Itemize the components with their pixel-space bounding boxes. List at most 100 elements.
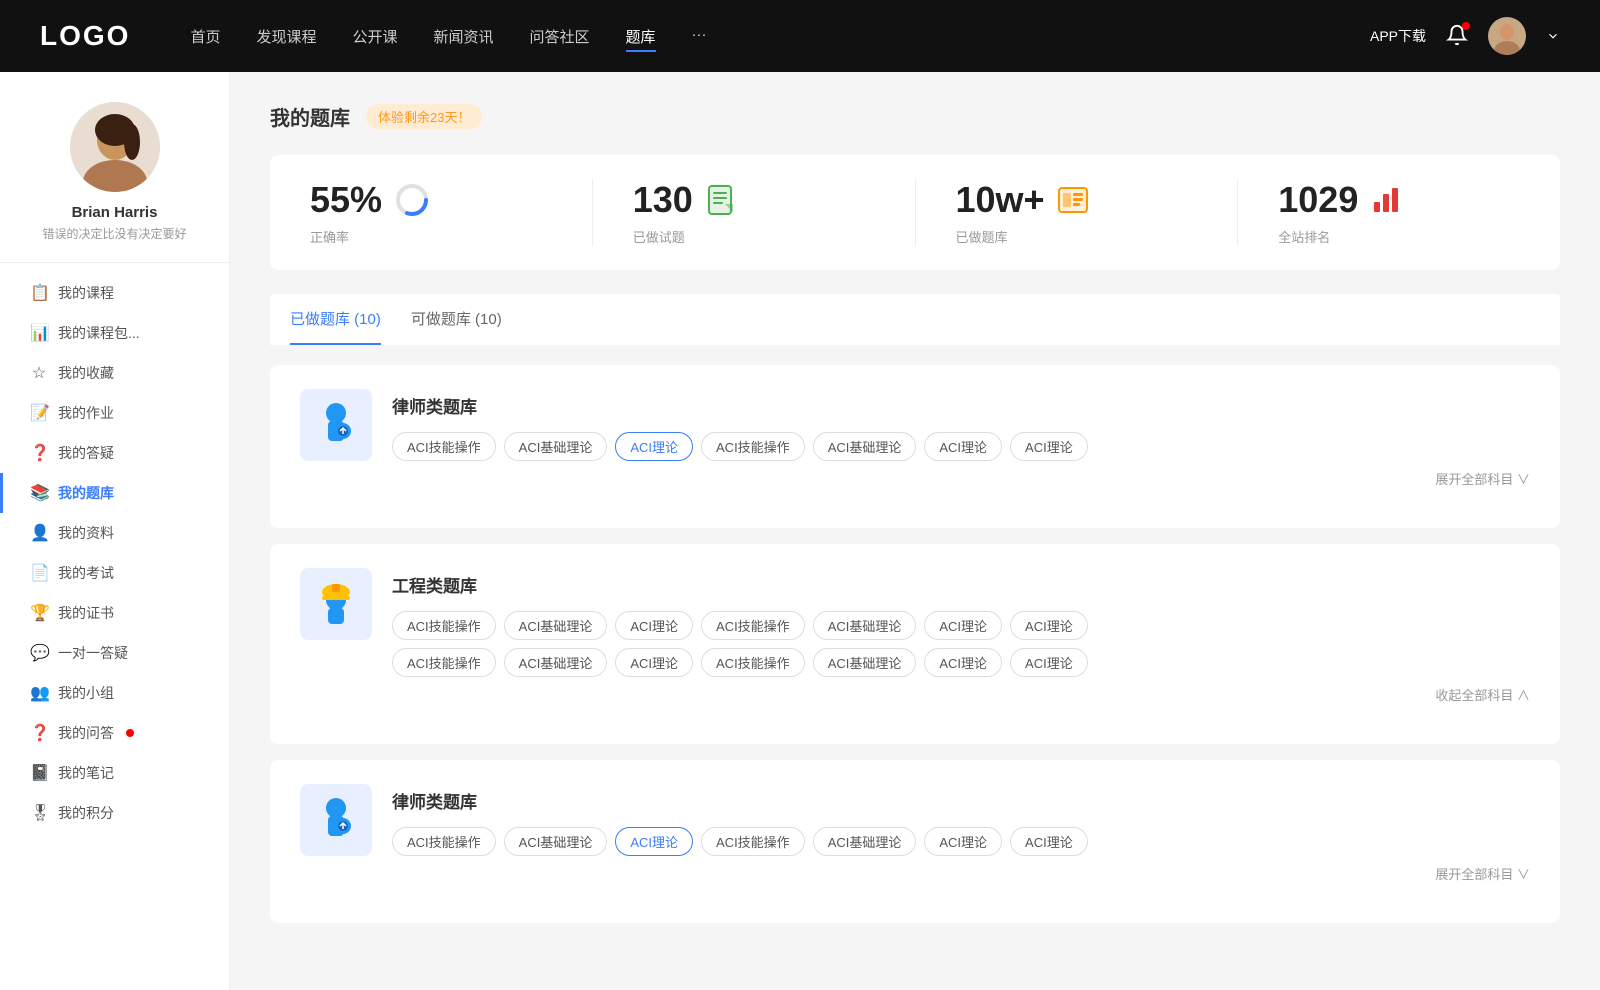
stats-card: 55% 正确率 130 bbox=[270, 155, 1560, 270]
tag-active[interactable]: ACI理论 bbox=[615, 827, 693, 856]
qbank-title-2: 工程类题库 bbox=[392, 572, 1530, 597]
tag[interactable]: ACI理论 bbox=[924, 432, 1002, 461]
profile-icon: 👤 bbox=[30, 523, 48, 543]
tag[interactable]: ACI基础理论 bbox=[813, 432, 917, 461]
qbank-icon-engineer bbox=[300, 568, 372, 640]
tag[interactable]: ACI技能操作 bbox=[392, 827, 496, 856]
qbank-card-1: 律师类题库 ACI技能操作 ACI基础理论 ACI理论 ACI技能操作 ACI基… bbox=[270, 365, 1560, 528]
tab-done[interactable]: 已做题库 (10) bbox=[290, 294, 381, 345]
nav-open-course[interactable]: 公开课 bbox=[352, 26, 397, 47]
sidebar-item-course-package[interactable]: 📊 我的课程包... bbox=[0, 313, 229, 353]
page-wrapper: Brian Harris 错误的决定比没有决定要好 📋 我的课程 📊 我的课程包… bbox=[0, 72, 1600, 990]
qa-badge bbox=[126, 729, 134, 737]
sidebar: Brian Harris 错误的决定比没有决定要好 📋 我的课程 📊 我的课程包… bbox=[0, 72, 230, 990]
tag[interactable]: ACI基础理论 bbox=[504, 611, 608, 640]
trial-badge: 体验剩余23天！ bbox=[366, 104, 482, 129]
qa-icon: ❓ bbox=[30, 443, 48, 463]
tag[interactable]: ACI技能操作 bbox=[701, 611, 805, 640]
dropdown-chevron-icon[interactable] bbox=[1546, 29, 1560, 43]
sidebar-item-points[interactable]: 🎖 我的积分 bbox=[0, 793, 229, 833]
tag[interactable]: ACI技能操作 bbox=[392, 648, 496, 677]
stat-site-rank-value: 1029 bbox=[1278, 179, 1358, 221]
stat-done-questions-label: 已做试题 bbox=[633, 227, 685, 246]
sidebar-profile: Brian Harris 错误的决定比没有决定要好 bbox=[0, 102, 229, 263]
tag[interactable]: ACI理论 bbox=[924, 611, 1002, 640]
qbank-icon-lawyer-1 bbox=[300, 389, 372, 461]
engineer-svg-icon bbox=[310, 578, 362, 630]
tag[interactable]: ACI基础理论 bbox=[813, 648, 917, 677]
chat-icon: 💬 bbox=[30, 643, 48, 663]
tag[interactable]: ACI理论 bbox=[1010, 611, 1088, 640]
course-package-icon: 📊 bbox=[30, 323, 48, 343]
tag[interactable]: ACI理论 bbox=[1010, 827, 1088, 856]
course-icon: 📋 bbox=[30, 283, 48, 303]
stat-done-questions-value: 130 bbox=[633, 179, 693, 221]
sidebar-item-notes[interactable]: 📓 我的笔记 bbox=[0, 753, 229, 793]
stat-accuracy-label: 正确率 bbox=[310, 227, 349, 246]
qbank-card-3: 律师类题库 ACI技能操作 ACI基础理论 ACI理论 ACI技能操作 ACI基… bbox=[270, 760, 1560, 923]
lawyer-svg-icon bbox=[310, 399, 362, 451]
tag[interactable]: ACI基础理论 bbox=[813, 611, 917, 640]
sidebar-item-course[interactable]: 📋 我的课程 bbox=[0, 273, 229, 313]
stat-done-questions: 130 已做试题 bbox=[593, 179, 916, 246]
tag[interactable]: ACI理论 bbox=[924, 648, 1002, 677]
qbank-title-3: 律师类题库 bbox=[392, 788, 1530, 813]
stat-done-banks-label: 已做题库 bbox=[956, 227, 1008, 246]
sidebar-item-homework[interactable]: 📝 我的作业 bbox=[0, 393, 229, 433]
nav-more[interactable]: ··· bbox=[692, 26, 707, 47]
tag[interactable]: ACI理论 bbox=[1010, 648, 1088, 677]
sidebar-item-one-on-one[interactable]: 💬 一对一答疑 bbox=[0, 633, 229, 673]
tag[interactable]: ACI技能操作 bbox=[392, 432, 496, 461]
nav-qa[interactable]: 问答社区 bbox=[530, 26, 590, 47]
tag[interactable]: ACI基础理论 bbox=[504, 827, 608, 856]
expand-link-1[interactable]: 展开全部科目 ∨ bbox=[392, 469, 1530, 488]
tab-available[interactable]: 可做题库 (10) bbox=[411, 294, 502, 345]
group-icon: 👥 bbox=[30, 683, 48, 703]
sidebar-item-qa-answer[interactable]: ❓ 我的答疑 bbox=[0, 433, 229, 473]
tag[interactable]: ACI理论 bbox=[615, 648, 693, 677]
sidebar-item-exam[interactable]: 📄 我的考试 bbox=[0, 553, 229, 593]
sidebar-item-questionbank[interactable]: 📚 我的题库 bbox=[0, 473, 229, 513]
profile-name: Brian Harris bbox=[72, 204, 158, 221]
nav-questionbank[interactable]: 题库 bbox=[626, 26, 656, 47]
sidebar-item-profile[interactable]: 👤 我的资料 bbox=[0, 513, 229, 553]
nav-discover[interactable]: 发现课程 bbox=[256, 26, 316, 47]
nav-links: 首页 发现课程 公开课 新闻资讯 问答社区 题库 ··· bbox=[190, 26, 1370, 47]
certificate-icon: 🏆 bbox=[30, 603, 48, 623]
exam-icon: 📄 bbox=[30, 563, 48, 583]
stat-site-rank-label: 全站排名 bbox=[1278, 227, 1330, 246]
tag[interactable]: ACI理论 bbox=[924, 827, 1002, 856]
user-avatar[interactable] bbox=[1488, 17, 1526, 55]
stat-done-banks-value: 10w+ bbox=[956, 179, 1045, 221]
expand-link-3[interactable]: 展开全部科目 ∨ bbox=[392, 864, 1530, 883]
stat-site-rank: 1029 全站排名 bbox=[1238, 179, 1560, 246]
sidebar-item-favorites[interactable]: ☆ 我的收藏 bbox=[0, 353, 229, 393]
sidebar-item-group[interactable]: 👥 我的小组 bbox=[0, 673, 229, 713]
bar-chart-icon bbox=[1370, 184, 1402, 216]
stat-done-banks: 10w+ 已做题库 bbox=[916, 179, 1239, 246]
navbar: LOGO 首页 发现课程 公开课 新闻资讯 问答社区 题库 ··· APP下载 bbox=[0, 0, 1600, 72]
logo[interactable]: LOGO bbox=[40, 20, 130, 52]
sidebar-item-my-qa[interactable]: ❓ 我的问答 bbox=[0, 713, 229, 753]
tag-active[interactable]: ACI理论 bbox=[615, 432, 693, 461]
stat-accuracy-value: 55% bbox=[310, 179, 382, 221]
notification-bell[interactable] bbox=[1446, 24, 1468, 49]
tag[interactable]: ACI基础理论 bbox=[504, 432, 608, 461]
tag[interactable]: ACI基础理论 bbox=[504, 648, 608, 677]
tag[interactable]: ACI技能操作 bbox=[701, 648, 805, 677]
sidebar-menu: 📋 我的课程 📊 我的课程包... ☆ 我的收藏 📝 我的作业 ❓ 我的答疑 📚 bbox=[0, 273, 229, 833]
sidebar-item-certificate[interactable]: 🏆 我的证书 bbox=[0, 593, 229, 633]
tag[interactable]: ACI基础理论 bbox=[813, 827, 917, 856]
notes-icon: 📓 bbox=[30, 763, 48, 783]
tag[interactable]: ACI理论 bbox=[1010, 432, 1088, 461]
points-icon: 🎖 bbox=[30, 803, 48, 823]
page-header: 我的题库 体验剩余23天！ bbox=[270, 102, 1560, 131]
tag[interactable]: ACI技能操作 bbox=[701, 432, 805, 461]
app-download-button[interactable]: APP下载 bbox=[1370, 26, 1426, 46]
expand-link-2[interactable]: 收起全部科目 ∧ bbox=[392, 685, 1530, 704]
tag[interactable]: ACI理论 bbox=[615, 611, 693, 640]
nav-home[interactable]: 首页 bbox=[190, 26, 220, 47]
tag[interactable]: ACI技能操作 bbox=[701, 827, 805, 856]
tag[interactable]: ACI技能操作 bbox=[392, 611, 496, 640]
nav-news[interactable]: 新闻资讯 bbox=[434, 26, 494, 47]
